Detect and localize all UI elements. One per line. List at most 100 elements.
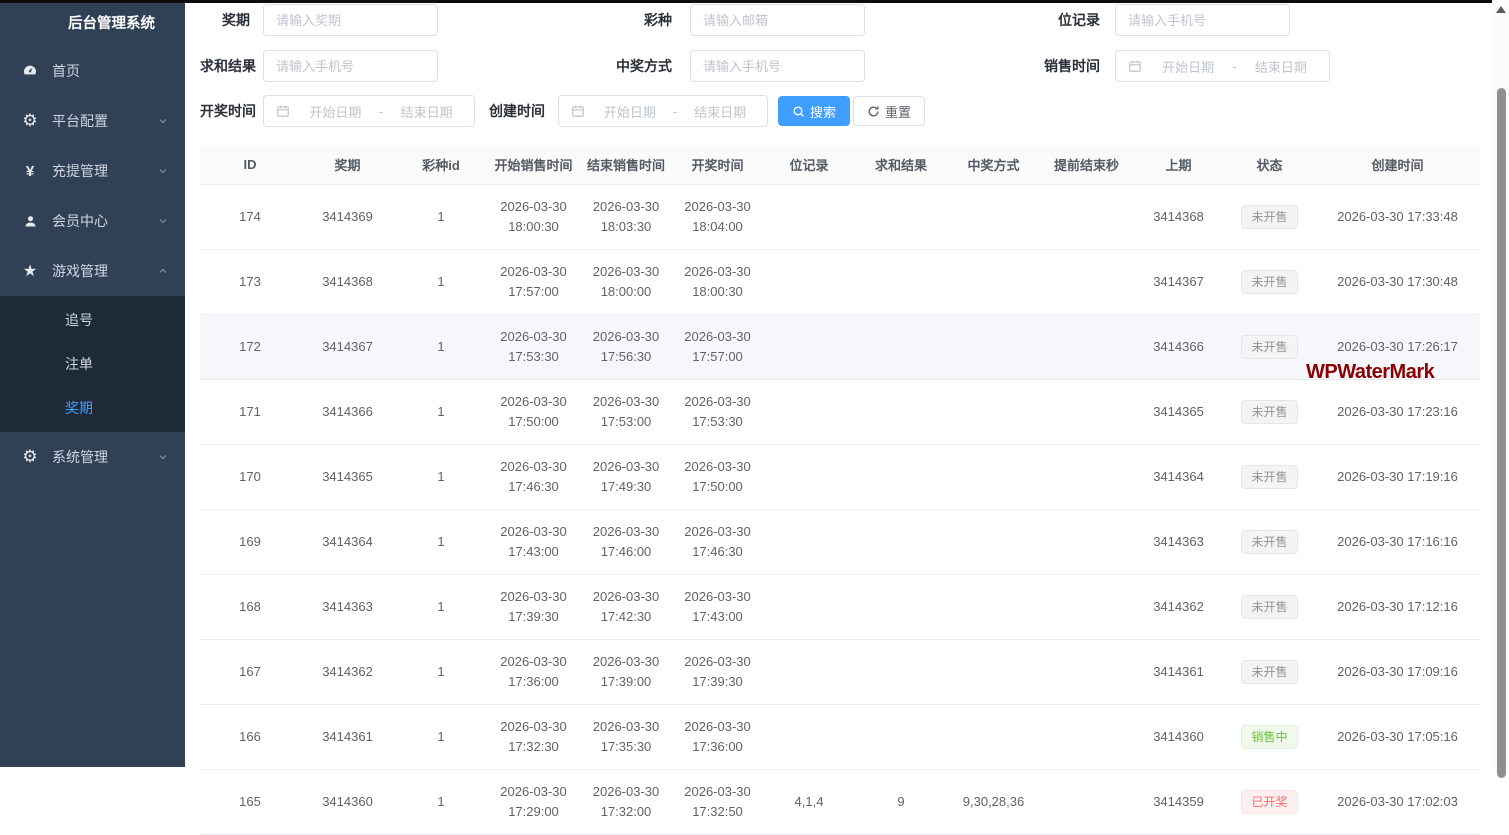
cell-lottery-id: 1 xyxy=(395,510,487,575)
sidebar-item-bet-orders[interactable]: 注单 xyxy=(0,342,185,386)
refresh-icon xyxy=(867,105,880,118)
table-row: 174341436912026-03-30 18:00:302026-03-30… xyxy=(200,185,1480,250)
sum-result-input[interactable] xyxy=(263,50,438,82)
table-row: 173341436812026-03-30 17:57:002026-03-30… xyxy=(200,250,1480,315)
sidebar-item-home[interactable]: 首页 xyxy=(0,46,185,96)
calendar-icon xyxy=(571,104,585,118)
table-row: 167341436212026-03-30 17:36:002026-03-30… xyxy=(200,640,1480,705)
reset-button[interactable]: 重置 xyxy=(853,96,925,126)
cell-created-at: 2026-03-30 17:19:16 xyxy=(1315,445,1480,510)
date-end-placeholder: 结束日期 xyxy=(1245,57,1317,76)
cell-period: 3414364 xyxy=(300,510,395,575)
cell-period: 3414367 xyxy=(300,315,395,380)
cell-sale-end: 2026-03-30 18:03:30 xyxy=(580,185,672,250)
watermark: WPWaterMark xyxy=(1306,361,1434,384)
sidebar-item-chase-number[interactable]: 追号 xyxy=(0,298,185,342)
cell-id: 168 xyxy=(200,575,300,640)
search-button[interactable]: 搜索 xyxy=(778,96,850,126)
sidebar-item-system-management[interactable]: ⚙ 系统管理 xyxy=(0,432,185,482)
cell-win-method xyxy=(947,445,1040,510)
cell-status: 未开售 xyxy=(1224,510,1315,575)
cell-prev-period: 3414362 xyxy=(1133,575,1224,640)
cell-prev-period: 3414365 xyxy=(1133,380,1224,445)
cell-win-method xyxy=(947,575,1040,640)
cell-draw-time: 2026-03-30 18:00:30 xyxy=(672,250,763,315)
cell-lottery-id: 1 xyxy=(395,380,487,445)
win-method-input[interactable] xyxy=(690,50,865,82)
cell-period: 3414366 xyxy=(300,380,395,445)
cell-win-method xyxy=(947,315,1040,380)
cell-status: 已开奖 xyxy=(1224,770,1315,835)
sidebar-item-game-management[interactable]: ★ 游戏管理 xyxy=(0,246,185,296)
cell-sale-start: 2026-03-30 17:50:00 xyxy=(487,380,580,445)
draw-time-daterange[interactable]: 开始日期 - 结束日期 xyxy=(263,95,475,127)
sidebar-item-deposit-management[interactable]: ¥ 充提管理 xyxy=(0,146,185,196)
reset-button-label: 重置 xyxy=(885,102,911,121)
cell-draw-time: 2026-03-30 17:43:00 xyxy=(672,575,763,640)
cell-lottery-id: 1 xyxy=(395,250,487,315)
date-start-placeholder: 开始日期 xyxy=(1152,57,1224,76)
filter-label-lottery: 彩种 xyxy=(605,10,672,30)
status-badge: 未开售 xyxy=(1241,205,1297,229)
create-time-daterange[interactable]: 开始日期 - 结束日期 xyxy=(558,95,768,127)
sidebar-item-platform-config[interactable]: ⚙ 平台配置 xyxy=(0,96,185,146)
cell-id: 170 xyxy=(200,445,300,510)
chevron-down-icon xyxy=(157,115,169,127)
table-row: 168341436312026-03-30 17:39:302026-03-30… xyxy=(200,575,1480,640)
user-icon xyxy=(21,212,39,230)
cell-created-at: 2026-03-30 17:12:16 xyxy=(1315,575,1480,640)
sale-time-daterange[interactable]: 开始日期 - 结束日期 xyxy=(1115,50,1330,82)
filter-label-position-record: 位记录 xyxy=(1030,10,1100,30)
cell-created-at: 2026-03-30 17:16:16 xyxy=(1315,510,1480,575)
cell-draw-time: 2026-03-30 17:50:00 xyxy=(672,445,763,510)
cell-sale-end: 2026-03-30 17:35:30 xyxy=(580,705,672,770)
cell-early-end-sec xyxy=(1040,770,1133,835)
sidebar-item-member-center[interactable]: 会员中心 xyxy=(0,196,185,246)
filter-label-draw-time: 开奖时间 xyxy=(200,101,250,121)
calendar-icon xyxy=(1128,59,1142,73)
cell-id: 167 xyxy=(200,640,300,705)
table-row: 171341436612026-03-30 17:50:002026-03-30… xyxy=(200,380,1480,445)
cell-win-method xyxy=(947,250,1040,315)
chevron-down-icon xyxy=(157,165,169,177)
cell-sale-start: 2026-03-30 17:39:30 xyxy=(487,575,580,640)
cell-prev-period: 3414363 xyxy=(1133,510,1224,575)
cell-period: 3414365 xyxy=(300,445,395,510)
cell-id: 173 xyxy=(200,250,300,315)
period-input[interactable] xyxy=(263,4,438,36)
table-header: ID奖期彩种id开始销售时间结束销售时间开奖时间位记录求和结果中奖方式提前结束秒… xyxy=(200,145,1480,185)
status-badge: 销售中 xyxy=(1241,725,1297,749)
cell-status: 未开售 xyxy=(1224,575,1315,640)
cell-sale-start: 2026-03-30 18:00:30 xyxy=(487,185,580,250)
dashboard-icon xyxy=(21,62,39,80)
app-title: 后台管理系统 xyxy=(0,0,185,46)
cell-sale-end: 2026-03-30 17:42:30 xyxy=(580,575,672,640)
position-record-input[interactable] xyxy=(1115,4,1290,36)
table-row: 165341436012026-03-30 17:29:002026-03-30… xyxy=(200,770,1480,835)
gear-icon: ⚙ xyxy=(21,112,39,130)
cell-sum-result: 9 xyxy=(855,770,947,835)
table-row: 170341436512026-03-30 17:46:302026-03-30… xyxy=(200,445,1480,510)
cell-prev-period: 3414368 xyxy=(1133,185,1224,250)
chevron-up-icon xyxy=(157,265,169,277)
vertical-scrollbar[interactable] xyxy=(1492,0,1509,767)
filter-label-period: 奖期 xyxy=(200,10,250,30)
cell-position-record xyxy=(763,640,855,705)
sidebar-item-label: 首页 xyxy=(52,61,169,81)
gear-icon: ⚙ xyxy=(21,448,39,466)
cell-early-end-sec xyxy=(1040,185,1133,250)
cell-position-record xyxy=(763,705,855,770)
status-badge: 未开售 xyxy=(1241,465,1297,489)
lottery-input[interactable] xyxy=(690,4,865,36)
cell-sum-result xyxy=(855,640,947,705)
status-badge: 未开售 xyxy=(1241,335,1297,359)
scrollbar-thumb[interactable] xyxy=(1497,88,1506,778)
cell-sum-result xyxy=(855,250,947,315)
cell-position-record xyxy=(763,315,855,380)
filter-label-win-method: 中奖方式 xyxy=(605,56,672,76)
date-start-placeholder: 开始日期 xyxy=(595,102,665,121)
cell-prev-period: 3414367 xyxy=(1133,250,1224,315)
sidebar-item-prize-period[interactable]: 奖期 xyxy=(0,386,185,430)
cell-position-record xyxy=(763,510,855,575)
scroll-up-arrow-icon[interactable] xyxy=(1496,6,1506,13)
